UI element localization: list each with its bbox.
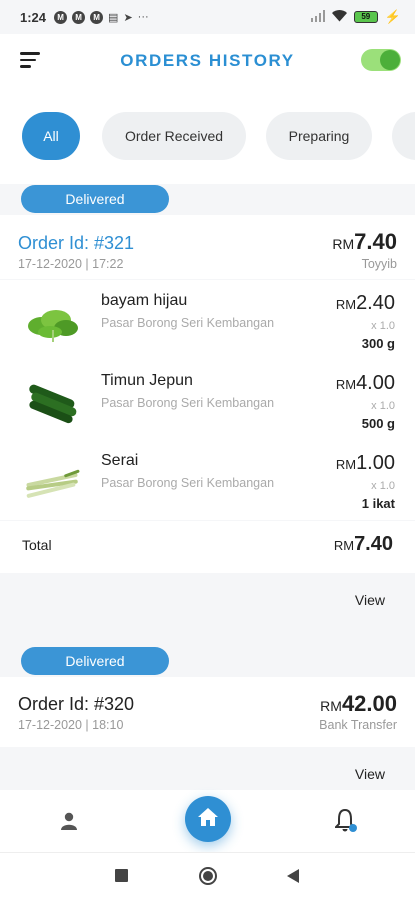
item-name: bayam hijau bbox=[101, 292, 188, 309]
order-amount: RM7.40 bbox=[332, 229, 397, 254]
item-weight: 300 g bbox=[361, 336, 395, 351]
back-icon[interactable] bbox=[287, 869, 299, 888]
payment-method: Bank Transfer bbox=[319, 718, 397, 732]
view-order-button[interactable]: View bbox=[355, 592, 385, 608]
list-item[interactable]: Timun Jepun Pasar Borong Seri Kembangan … bbox=[0, 364, 415, 444]
home-button[interactable] bbox=[185, 796, 231, 842]
more-notifications-icon: ··· bbox=[137, 11, 149, 23]
filter-chip-preparing[interactable]: Preparing bbox=[266, 112, 372, 160]
news-notification-icon: ▤ bbox=[108, 11, 119, 24]
item-quantity: x 1.0 bbox=[371, 320, 395, 332]
item-quantity: x 1.0 bbox=[371, 480, 395, 492]
total-amount: RM7.40 bbox=[333, 533, 393, 555]
app-bar: ORDERS HISTORY bbox=[0, 34, 415, 88]
order-id: Order Id: #321 bbox=[18, 233, 135, 253]
gmail-notification-icon: M bbox=[72, 10, 86, 24]
filter-bar: All Order Received Preparing bbox=[0, 88, 415, 184]
status-toggle[interactable] bbox=[361, 49, 401, 71]
order-total-row: Total RM7.40 bbox=[0, 521, 415, 573]
item-price: RM4.00 bbox=[335, 372, 395, 394]
signal-icon bbox=[310, 9, 325, 25]
home-icon bbox=[197, 807, 219, 832]
filter-chip-order-received[interactable]: Order Received bbox=[102, 112, 246, 160]
telegram-notification-icon: ➤ bbox=[123, 11, 133, 24]
home-system-icon[interactable] bbox=[199, 867, 217, 885]
item-price: RM2.40 bbox=[335, 292, 395, 314]
wifi-icon bbox=[331, 9, 347, 25]
cucumber-icon bbox=[22, 370, 84, 432]
item-quantity: x 1.0 bbox=[371, 400, 395, 412]
status-time: 1:24 bbox=[20, 9, 47, 25]
item-market: Pasar Borong Seri Kembangan bbox=[101, 476, 275, 490]
list-item[interactable]: bayam hijau Pasar Borong Seri Kembangan … bbox=[0, 284, 415, 364]
recent-apps-icon[interactable] bbox=[115, 869, 128, 882]
order-date: 17-12-2020 | 18:10 bbox=[18, 718, 124, 732]
profile-icon[interactable] bbox=[61, 812, 77, 835]
order-amount: RM42.00 bbox=[320, 691, 397, 716]
system-navigation-bar bbox=[0, 852, 415, 900]
filter-chip-all[interactable]: All bbox=[22, 112, 80, 160]
order-card-header[interactable]: Order Id: #321 17-12-2020 | 17:22 RM7.40… bbox=[0, 215, 415, 279]
order-items-list: bayam hijau Pasar Borong Seri Kembangan … bbox=[0, 280, 415, 520]
status-badge: Delivered bbox=[21, 647, 169, 675]
item-price: RM1.00 bbox=[335, 452, 395, 474]
bottom-navigation bbox=[0, 790, 415, 852]
item-weight: 1 ikat bbox=[361, 496, 395, 511]
battery-icon: 59 bbox=[353, 11, 378, 23]
status-bar: 1:24 M M M ▤ ➤ ··· 59 ⚡ bbox=[0, 0, 415, 34]
item-market: Pasar Borong Seri Kembangan bbox=[101, 396, 275, 410]
payment-method: Toyyib bbox=[361, 257, 397, 271]
list-item[interactable]: Serai Pasar Borong Seri Kembangan RM1.00… bbox=[0, 444, 415, 524]
filter-chip-next[interactable] bbox=[392, 112, 415, 160]
item-name: Timun Jepun bbox=[101, 372, 193, 389]
spinach-icon bbox=[22, 290, 84, 352]
item-weight: 500 g bbox=[361, 416, 395, 431]
total-label: Total bbox=[22, 537, 52, 553]
item-market: Pasar Borong Seri Kembangan bbox=[101, 316, 275, 330]
view-order-button[interactable]: View bbox=[355, 766, 385, 782]
gmail-notification-icon: M bbox=[54, 10, 68, 24]
gmail-notification-icon: M bbox=[90, 10, 104, 24]
menu-icon[interactable] bbox=[20, 52, 40, 68]
item-name: Serai bbox=[101, 452, 139, 469]
order-card-header[interactable]: Order Id: #320 17-12-2020 | 18:10 RM42.0… bbox=[0, 677, 415, 747]
charging-icon: ⚡ bbox=[384, 9, 401, 24]
order-date: 17-12-2020 | 17:22 bbox=[18, 257, 124, 271]
order-id: Order Id: #320 bbox=[18, 694, 135, 714]
notification-bell-icon[interactable] bbox=[333, 808, 357, 839]
page-title: ORDERS HISTORY bbox=[120, 51, 295, 70]
lemongrass-icon bbox=[22, 450, 84, 512]
status-badge: Delivered bbox=[21, 185, 169, 213]
